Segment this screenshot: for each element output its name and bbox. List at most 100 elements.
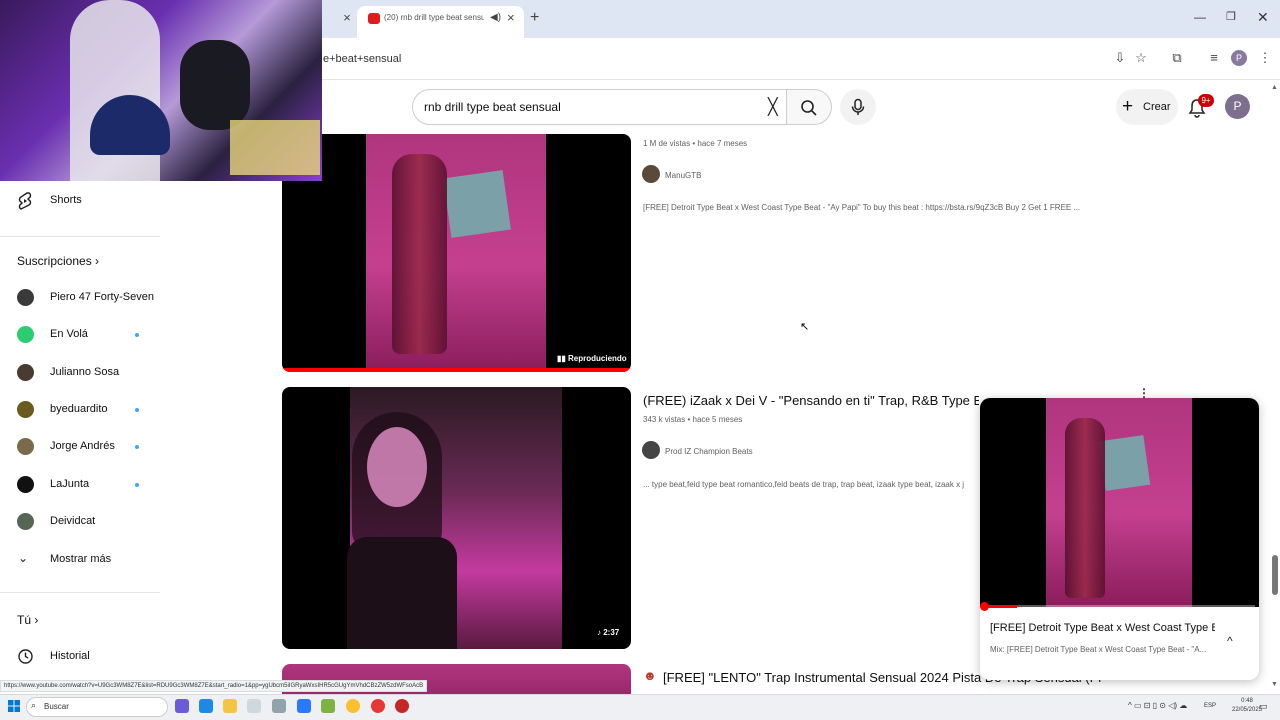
- create-label: Crear: [1143, 101, 1171, 113]
- search-icon: [801, 100, 817, 116]
- video-description: ... type beat,feid type beat romantico,f…: [643, 480, 965, 489]
- browser-menu-icon[interactable]: ⋮: [1257, 50, 1273, 66]
- window-minimize-button[interactable]: —: [1194, 10, 1206, 24]
- window-close-button[interactable]: ✕: [1257, 9, 1269, 26]
- scrollbar-thumb[interactable]: [1272, 555, 1278, 595]
- channel-avatar[interactable]: [642, 441, 660, 459]
- sidebar-item-label: Deividcat: [50, 515, 96, 527]
- miniplayer-progress-handle[interactable]: [980, 602, 989, 611]
- video-thumbnail[interactable]: [282, 134, 631, 372]
- miniplayer-subtitle: Mix: [FREE] Detroit Type Beat x West Coa…: [990, 645, 1207, 654]
- new-tab-button[interactable]: +: [530, 9, 539, 27]
- install-app-icon[interactable]: ⇩: [1112, 50, 1128, 66]
- search-input[interactable]: rnb drill type beat sensual: [424, 100, 561, 114]
- chevron-up-icon[interactable]: ^: [1227, 634, 1233, 648]
- taskbar-app-icon[interactable]: [346, 699, 360, 713]
- browser-profile-avatar[interactable]: P: [1231, 50, 1247, 66]
- sidebar-subscription-item[interactable]: Piero 47 Forty-Seven: [0, 280, 160, 316]
- channel-avatar: [17, 476, 34, 493]
- taskbar-app-icon[interactable]: [321, 699, 335, 713]
- youtube-favicon-icon: [368, 13, 380, 24]
- sidebar-item-label: Piero 47 Forty-Seven: [50, 291, 154, 303]
- account-avatar[interactable]: P: [1225, 94, 1250, 119]
- search-icon: ⌕: [31, 700, 37, 710]
- page-scrollbar[interactable]: [1269, 84, 1280, 692]
- system-tray[interactable]: ^ ▭ ⊡ ▯ ⊙ ◁) ☁: [1128, 701, 1187, 710]
- sidebar-item-history[interactable]: Historial: [0, 639, 160, 675]
- sidebar-subscription-item[interactable]: byeduardito: [0, 392, 160, 428]
- sidebar-subscription-item[interactable]: Julianno Sosa: [0, 355, 160, 391]
- voice-search-button[interactable]: [840, 89, 876, 125]
- channel-avatar: [17, 364, 34, 381]
- video-title[interactable]: (FREE) iZaak x Dei V - "Pensando en ti" …: [643, 393, 979, 408]
- new-content-dot: [135, 445, 139, 449]
- new-content-dot: [135, 408, 139, 412]
- sidebar-item-label: Jorge Andrés: [50, 440, 115, 452]
- url-field[interactable]: e+beat+sensual: [323, 53, 401, 65]
- taskbar-obs-icon[interactable]: [395, 699, 409, 713]
- video-meta: 1 M de vistas • hace 7 meses: [643, 139, 748, 148]
- microphone-icon: [851, 98, 865, 115]
- miniplayer-video[interactable]: [980, 398, 1259, 607]
- duration-badge: ♪ 2:37: [593, 626, 624, 640]
- scroll-down-arrow-icon[interactable]: ▼: [1271, 681, 1278, 688]
- miniplayer-title[interactable]: [FREE] Detroit Type Beat x West Coast Ty…: [990, 622, 1215, 634]
- search-button[interactable]: [787, 89, 832, 125]
- now-playing-badge: ▮▮ Reproduciendo: [553, 352, 631, 366]
- channel-avatar: [17, 289, 34, 306]
- video-thumbnail[interactable]: [282, 387, 631, 649]
- taskbar-app-icon[interactable]: [175, 699, 189, 713]
- channel-avatar: [17, 513, 34, 530]
- clock-date: 22/05/2025: [1232, 707, 1263, 713]
- devil-icon: ☻: [643, 668, 657, 683]
- reading-list-icon[interactable]: ≡: [1206, 50, 1222, 65]
- taskbar-vscode-icon[interactable]: [297, 699, 311, 713]
- notifications-icon[interactable]: ▭: [1259, 701, 1268, 712]
- taskbar-edge-icon[interactable]: [199, 699, 213, 713]
- previous-tab-close-icon[interactable]: ×: [340, 10, 354, 26]
- chevron-down-icon: ⌄: [18, 551, 29, 565]
- bookmark-star-icon[interactable]: ☆: [1133, 50, 1149, 66]
- video-description: [FREE] Detroit Type Beat x West Coast Ty…: [643, 203, 1081, 212]
- subscriptions-heading[interactable]: Suscripciones ›: [17, 254, 99, 268]
- taskbar-chrome-icon[interactable]: [371, 699, 385, 713]
- sidebar-subscription-item[interactable]: LaJunta: [0, 467, 160, 503]
- notifications-badge: 9+: [1198, 94, 1214, 107]
- window-maximize-button[interactable]: ❐: [1226, 10, 1236, 23]
- tab-close-icon[interactable]: ×: [507, 10, 515, 25]
- language-indicator[interactable]: ESP: [1204, 703, 1216, 709]
- channel-name[interactable]: Prod IZ Champion Beats: [665, 447, 753, 456]
- search-clear-icon[interactable]: ╳: [768, 97, 778, 117]
- sidebar-item-label: Historial: [50, 650, 90, 662]
- extensions-icon[interactable]: ⧉: [1169, 50, 1185, 66]
- show-more-button[interactable]: ⌄ Mostrar más: [0, 542, 160, 578]
- taskbar-clock[interactable]: 0:48 22/05/2025: [1232, 697, 1262, 715]
- webcam-overlay: [0, 0, 322, 181]
- tab-title: (20) rnb drill type beat sensual - YouTu…: [384, 13, 484, 22]
- divider: [0, 592, 160, 593]
- windows-taskbar: [0, 694, 1280, 720]
- sidebar-subscription-item[interactable]: Jorge Andrés: [0, 429, 160, 465]
- divider: [0, 236, 160, 237]
- link-status-url: https://www.youtube.com/watch?v=U9Gc3WM8…: [0, 680, 428, 692]
- you-heading[interactable]: Tú ›: [17, 613, 38, 627]
- new-content-dot: [135, 483, 139, 487]
- taskbar-explorer-icon[interactable]: [223, 699, 237, 713]
- channel-name[interactable]: ManuGTB: [665, 171, 701, 180]
- channel-avatar: [17, 438, 34, 455]
- channel-avatar[interactable]: [642, 165, 660, 183]
- shorts-icon: [18, 192, 32, 210]
- miniplayer-progress-track[interactable]: [984, 605, 1255, 608]
- taskbar-settings-icon[interactable]: [272, 699, 286, 713]
- sidebar-subscription-item[interactable]: En Volá: [0, 317, 160, 353]
- windows-start-icon[interactable]: [8, 700, 20, 712]
- tab-audio-icon[interactable]: ◀): [490, 12, 501, 23]
- clock-time: 0:48: [1241, 698, 1253, 704]
- plus-icon: +: [1122, 96, 1134, 117]
- taskbar-app-icon[interactable]: [247, 699, 261, 713]
- sidebar-subscription-item[interactable]: Deividcat: [0, 504, 160, 540]
- sidebar-item-shorts[interactable]: Shorts: [0, 183, 160, 219]
- sidebar-item-label: LaJunta: [50, 478, 90, 490]
- video-meta: 343 k vistas • hace 5 meses: [643, 415, 743, 424]
- scroll-up-arrow-icon[interactable]: ▲: [1271, 84, 1278, 91]
